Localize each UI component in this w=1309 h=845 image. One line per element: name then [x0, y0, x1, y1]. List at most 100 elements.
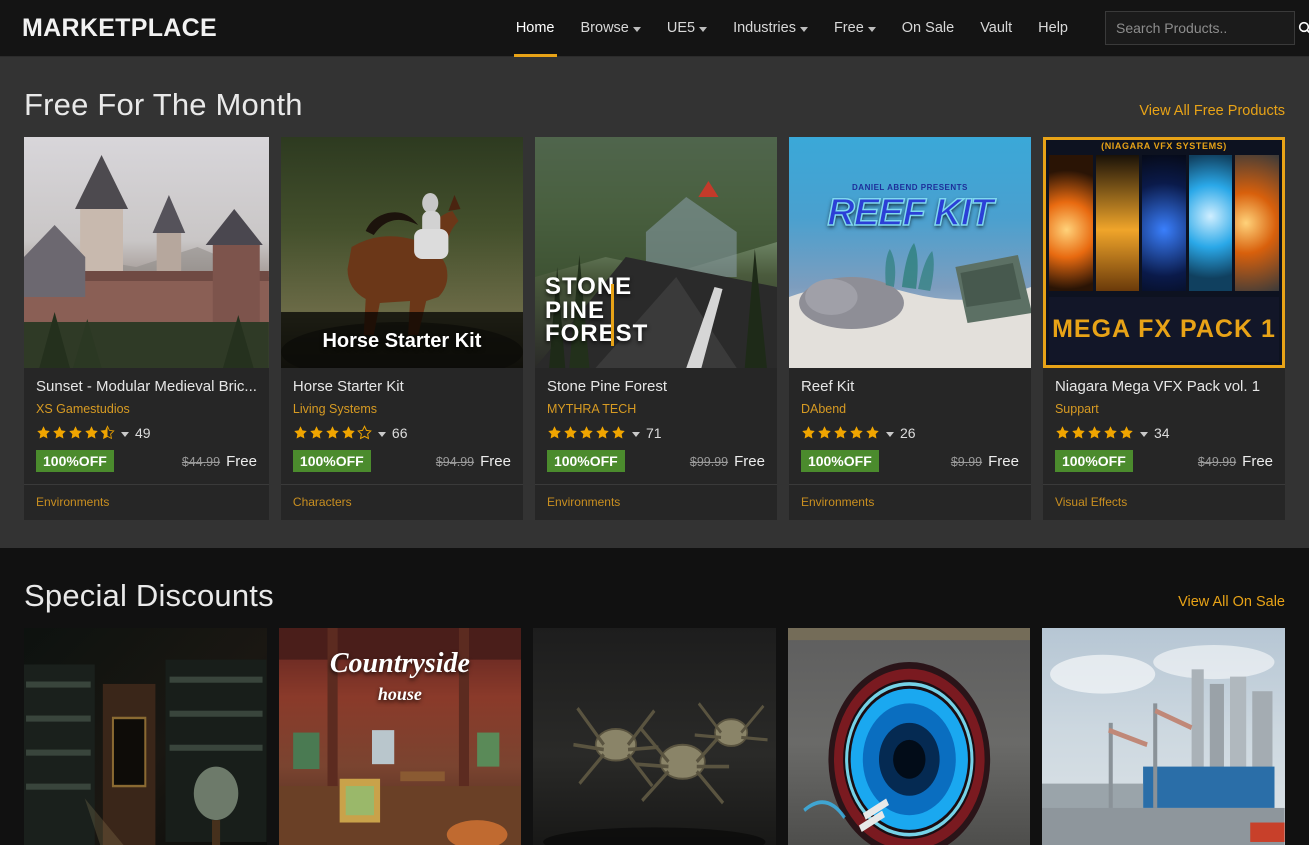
nav-item-on-sale[interactable]: On Sale: [889, 0, 967, 57]
search-icon[interactable]: [1297, 20, 1309, 36]
product-footer: Characters: [280, 484, 523, 520]
star-icon: [69, 426, 82, 439]
product-card[interactable]: (NIAGARA VFX SYSTEMS) MEGA FX PACK 1 Niaga…: [1042, 137, 1285, 521]
product-vendor[interactable]: DAbend: [801, 402, 1019, 416]
product-footer: Environments: [24, 484, 269, 520]
star-icon: [834, 426, 847, 439]
thumbnail-image: [1042, 628, 1285, 845]
product-rating[interactable]: 34: [1055, 424, 1273, 441]
product-thumbnail[interactable]: [787, 628, 1031, 845]
chevron-down-icon[interactable]: [377, 431, 386, 437]
nav-item-browse[interactable]: Browse: [568, 0, 654, 57]
thumbnail-subcaption: DANIEL ABEND PRESENTS: [852, 183, 968, 192]
product-category[interactable]: Environments: [547, 495, 620, 509]
product-title[interactable]: Reef Kit: [801, 378, 1019, 395]
product-category[interactable]: Environments: [801, 495, 874, 509]
product-category[interactable]: Environments: [36, 495, 109, 509]
product-info: Reef Kit DAbend 26 100%OFF $9.99 Free: [789, 368, 1031, 484]
product-rating[interactable]: 71: [547, 424, 765, 441]
product-thumbnail[interactable]: [533, 628, 776, 845]
product-title[interactable]: Stone Pine Forest: [547, 378, 765, 395]
product-rating[interactable]: 66: [293, 424, 511, 441]
product-thumbnail[interactable]: STONE PINE FOREST: [534, 137, 777, 368]
product-title[interactable]: Niagara Mega VFX Pack vol. 1: [1055, 378, 1273, 395]
review-count: 49: [135, 424, 151, 441]
current-price: Free: [988, 452, 1019, 470]
chevron-down-icon[interactable]: [1139, 431, 1148, 437]
product-title[interactable]: Sunset - Modular Medieval Bric...: [36, 378, 257, 395]
star-icon: [564, 426, 577, 439]
product-thumbnail[interactable]: [24, 137, 269, 368]
chevron-down-icon[interactable]: [121, 431, 129, 437]
product-pricing: 100%OFF $94.99 Free: [292, 450, 511, 473]
product-rating[interactable]: 49: [36, 424, 257, 441]
product-thumbnail[interactable]: [1042, 628, 1285, 845]
nav-item-free[interactable]: Free: [821, 0, 889, 57]
review-count: 26: [899, 424, 916, 441]
thumbnail-image: REEF KIT DANIEL ABEND PRESENTS: [788, 137, 1031, 368]
star-icon: [1120, 426, 1133, 439]
nav-item-home[interactable]: Home: [503, 0, 568, 57]
product-thumbnail[interactable]: (NIAGARA VFX SYSTEMS) MEGA FX PACK 1: [1042, 137, 1285, 368]
nav-item-industries[interactable]: Industries: [720, 0, 821, 57]
product-category[interactable]: Visual Effects: [1055, 495, 1127, 509]
nav-item-help[interactable]: Help: [1025, 0, 1081, 57]
product-category[interactable]: Characters: [293, 495, 352, 509]
product-card[interactable]: STONE PINE FOREST Stone Pine Forest MYTHRA T…: [534, 137, 777, 521]
thumbnail-caption: REEF KIT: [827, 192, 995, 234]
review-count: 71: [645, 424, 662, 441]
product-vendor[interactable]: XS Gamestudios: [36, 402, 257, 416]
view-all-on-sale-link[interactable]: View All On Sale: [1178, 594, 1285, 614]
product-vendor[interactable]: Suppart: [1055, 402, 1273, 416]
product-vendor[interactable]: Living Systems: [293, 402, 511, 416]
star-rating: [547, 425, 626, 440]
nav-item-ue5[interactable]: UE5: [654, 0, 720, 57]
thumbnail-caption: Horse Starter Kit: [322, 330, 482, 353]
product-title[interactable]: Horse Starter Kit: [293, 378, 511, 395]
product-pricing: 100%OFF $49.99 Free: [1054, 450, 1273, 473]
product-card[interactable]: [24, 628, 267, 845]
chevron-down-icon: [867, 27, 876, 32]
star-rating: [293, 425, 372, 440]
discount-badge: 100%OFF: [36, 450, 114, 473]
product-card[interactable]: Sunset - Modular Medieval Bric... XS Game…: [24, 137, 269, 521]
search-input[interactable]: [1116, 20, 1297, 36]
product-thumbnail[interactable]: Countryside house: [278, 628, 522, 845]
product-vendor[interactable]: MYTHRA TECH: [547, 402, 765, 416]
product-pricing: 100%OFF $99.99 Free: [546, 450, 765, 473]
original-price: $49.99: [1197, 454, 1237, 469]
thumbnail-caption: STONE PINE FOREST: [544, 273, 649, 348]
current-price: Free: [226, 452, 257, 470]
price-group: $44.99 Free: [182, 453, 257, 470]
product-thumbnail[interactable]: Horse Starter Kit: [280, 137, 523, 368]
section-special-discounts: Special Discounts View All On Sale Count…: [0, 548, 1309, 845]
sale-products-grid: Countryside house: [0, 628, 1309, 845]
product-card[interactable]: Horse Starter Kit Horse Starter Kit Living…: [280, 137, 523, 521]
star-icon: [850, 426, 863, 439]
search-box[interactable]: [1105, 11, 1309, 45]
view-all-free-products-link[interactable]: View All Free Products: [1139, 103, 1285, 123]
chevron-down-icon[interactable]: [885, 431, 894, 437]
star-icon: [580, 426, 593, 439]
current-price: Free: [734, 452, 765, 470]
thumbnail-image: Countryside house: [278, 628, 522, 845]
product-info: Niagara Mega VFX Pack vol. 1 Suppart 34 100…: [1043, 368, 1285, 484]
product-card[interactable]: [1042, 628, 1285, 845]
star-icon: [294, 426, 307, 439]
chevron-down-icon: [799, 27, 808, 32]
product-rating[interactable]: 26: [801, 424, 1019, 441]
nav-item-vault[interactable]: Vault: [967, 0, 1025, 57]
product-thumbnail[interactable]: [24, 628, 267, 845]
review-count: 34: [1153, 424, 1170, 441]
product-card[interactable]: Countryside house: [278, 628, 522, 845]
star-icon: [1072, 426, 1085, 439]
page-title: Free For The Month: [24, 87, 303, 122]
section-header: Free For The Month View All Free Product…: [0, 57, 1309, 137]
product-card[interactable]: [533, 628, 776, 845]
product-card[interactable]: REEF KIT DANIEL ABEND PRESENTS Reef Kit DAb…: [788, 137, 1031, 521]
free-products-grid: Sunset - Modular Medieval Bric... XS Game…: [0, 137, 1309, 521]
chevron-down-icon[interactable]: [631, 431, 640, 437]
product-card[interactable]: [787, 628, 1031, 845]
brand-logo[interactable]: MARKETPLACE: [22, 14, 217, 43]
product-thumbnail[interactable]: REEF KIT DANIEL ABEND PRESENTS: [788, 137, 1031, 368]
